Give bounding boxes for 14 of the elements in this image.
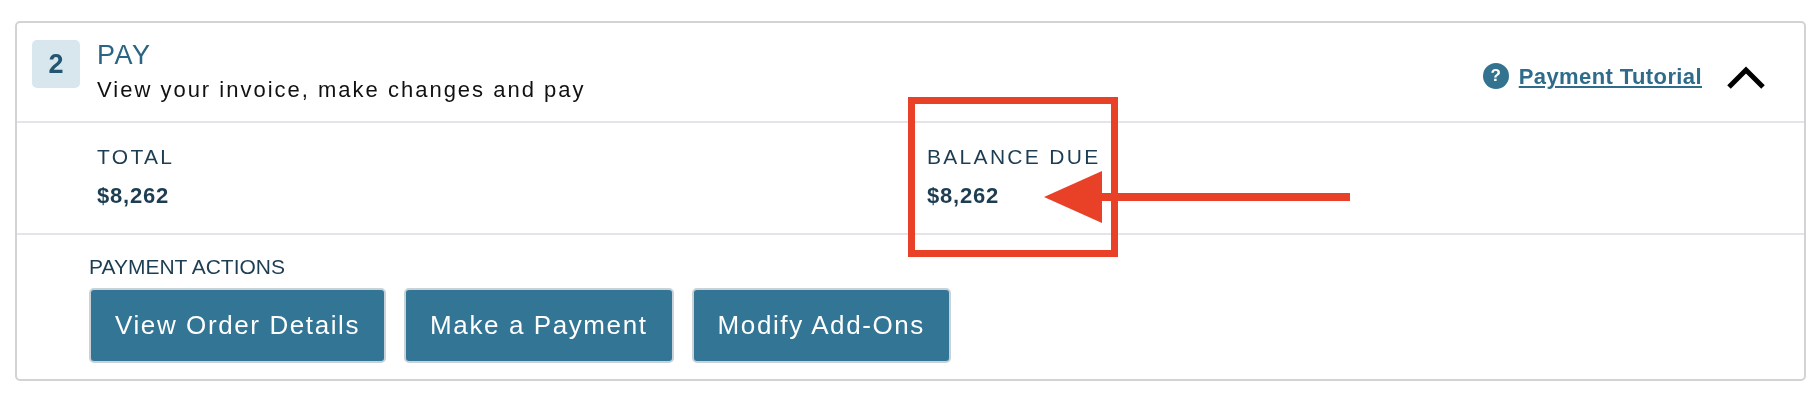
action-button[interactable]: View Order Details bbox=[89, 288, 387, 363]
section-title: PAY bbox=[97, 39, 152, 71]
amount-label: BALANCE DUE bbox=[927, 145, 1101, 169]
amount-value: $8,262 bbox=[97, 183, 170, 209]
tutorial-link[interactable]: Payment Tutorial bbox=[1518, 64, 1702, 90]
actions-label: PAYMENT ACTIONS bbox=[89, 255, 286, 279]
amount-value: $8,262 bbox=[927, 183, 1000, 209]
collapse-chevron-icon[interactable] bbox=[1726, 64, 1766, 90]
help-icon[interactable]: ? bbox=[1482, 63, 1509, 89]
action-button[interactable]: Make a Payment bbox=[404, 288, 674, 363]
section-subtitle: View your invoice, make changes and pay bbox=[97, 77, 586, 103]
amount-label: TOTAL bbox=[97, 145, 175, 169]
step-number: 2 bbox=[32, 40, 80, 88]
action-button[interactable]: Modify Add-Ons bbox=[691, 288, 951, 363]
